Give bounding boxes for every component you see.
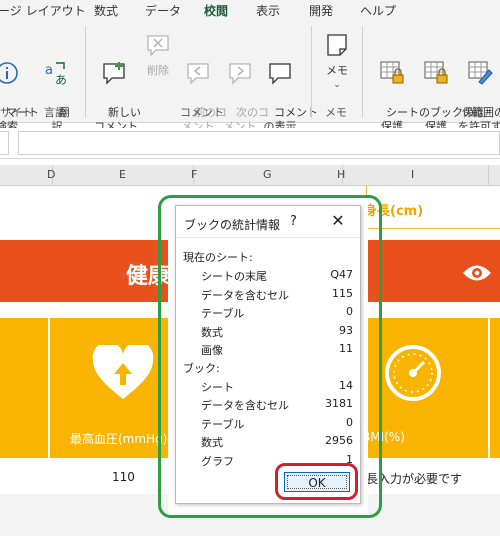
protect-book-icon <box>424 61 448 84</box>
tab-review[interactable]: 校閲 <box>204 2 229 22</box>
group-separator <box>362 26 363 118</box>
delete-comment-icon <box>147 35 169 57</box>
svg-text:あ: あ <box>55 73 67 86</box>
group-label-language: 言語 <box>44 106 66 119</box>
group-separator <box>311 26 312 118</box>
memo-label: メモ <box>326 64 348 77</box>
delete-comment-button[interactable]: 削除 <box>140 32 176 78</box>
tile-divider <box>488 318 490 458</box>
svg-text:a: a <box>45 63 53 78</box>
chevron-down-icon: ⌄ <box>333 80 341 90</box>
delete-label: 削除 <box>147 64 169 77</box>
heart-icon <box>92 345 154 399</box>
tab-formulas[interactable]: 数式 <box>94 2 118 19</box>
group-separator <box>85 26 86 118</box>
ribbon: マート 検索 aあ 翻 訳 新しい コメント 削除 前のコ メント 次のコ メン… <box>0 20 500 133</box>
tab-developer[interactable]: 開発 <box>309 2 333 19</box>
tab-page-layout[interactable]: ージ レイアウト <box>0 2 86 19</box>
column-header-e[interactable]: E <box>119 168 126 181</box>
eye-icon <box>463 265 491 281</box>
column-header-i[interactable]: I <box>411 168 414 181</box>
callout-line <box>366 228 500 229</box>
protect-sheet-icon <box>380 61 404 84</box>
column-header-d[interactable]: D <box>47 168 55 181</box>
previous-comment-icon <box>187 63 209 85</box>
next-comment-icon <box>229 63 251 85</box>
gauge-icon <box>385 345 441 401</box>
group-label-protect: 保護 <box>462 106 484 119</box>
tab-data[interactable]: データ <box>145 2 181 19</box>
memo-icon <box>327 34 347 56</box>
show-comments-icon <box>269 63 291 85</box>
name-box[interactable] <box>0 131 9 155</box>
column-header-g[interactable]: G <box>263 168 272 181</box>
ribbon-tab-bar: ージ レイアウト 数式 データ 校閲 表示 開発 ヘルプ <box>0 0 500 22</box>
memo-button[interactable]: メモ ⌄ <box>322 32 352 92</box>
column-header-h[interactable]: H <box>337 168 345 181</box>
group-label-memo: メモ <box>325 106 347 119</box>
blood-pressure-value[interactable]: 110 <box>112 470 135 484</box>
tile-divider <box>48 318 50 458</box>
group-label-comment: コメント <box>180 106 224 119</box>
blood-pressure-label: 最高血圧(mmHg) <box>70 432 168 446</box>
group-label-insight: サイト <box>0 106 33 119</box>
new-comment-icon <box>103 62 125 85</box>
formula-input[interactable] <box>18 131 500 155</box>
tab-help[interactable]: ヘルプ <box>360 2 396 19</box>
column-divider <box>488 165 489 185</box>
info-icon <box>0 62 18 84</box>
allow-edit-ranges-icon <box>468 61 493 85</box>
formula-bar <box>0 128 500 159</box>
ok-button-highlight <box>275 463 358 500</box>
tab-view[interactable]: 表示 <box>256 2 280 19</box>
column-header-row: D E F G H I <box>0 165 500 186</box>
column-header-f[interactable]: F <box>191 168 197 181</box>
translate-icon: aあ <box>45 62 67 86</box>
